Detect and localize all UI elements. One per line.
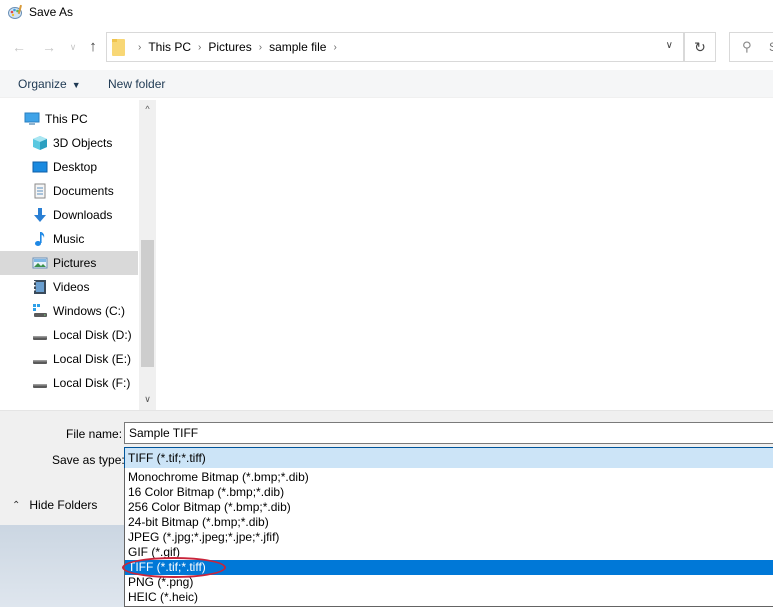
sidebar-item-local-disk-e[interactable]: Local Disk (E:)	[0, 347, 138, 371]
sidebar-item-label: Music	[53, 232, 85, 246]
save-as-type-label: Save as type:	[52, 453, 125, 467]
drive-icon	[32, 351, 48, 367]
sidebar-item-local-disk-f[interactable]: Local Disk (F:)	[0, 371, 138, 395]
sidebar-item-videos[interactable]: Videos	[0, 275, 138, 299]
title-bar: Save As	[0, 0, 773, 28]
refresh-icon: ↻	[694, 39, 706, 55]
arrow-left-icon[interactable]: ←	[10, 37, 28, 57]
type-option-png[interactable]: PNG (*.png)	[125, 575, 773, 590]
sidebar-item-pictures[interactable]: Pictures	[0, 251, 138, 275]
videos-icon	[32, 279, 48, 295]
sidebar-item-label: Downloads	[53, 208, 113, 222]
sidebar-item-music[interactable]: Music	[0, 227, 138, 251]
scrollbar-thumb[interactable]	[141, 240, 154, 367]
file-list-area[interactable]	[157, 100, 773, 410]
type-option-16-color-bitmap[interactable]: 16 Color Bitmap (*.bmp;*.dib)	[125, 485, 773, 500]
folder-icon	[112, 39, 125, 56]
hide-folders-label: Hide Folders	[29, 498, 98, 512]
sidebar-item-label: Local Disk (F:)	[53, 376, 131, 390]
type-option-256-color-bitmap[interactable]: 256 Color Bitmap (*.bmp;*.dib)	[125, 500, 773, 515]
sidebar-item-label: Desktop	[53, 160, 98, 174]
sidebar-item-downloads[interactable]: Downloads	[0, 203, 138, 227]
type-option-heic[interactable]: HEIC (*.heic)	[125, 590, 773, 605]
desktop-icon	[32, 159, 48, 175]
new-folder-button[interactable]: New folder	[108, 77, 165, 91]
type-option-jpeg[interactable]: JPEG (*.jpg;*.jpeg;*.jpe;*.jfif)	[125, 530, 773, 545]
sidebar-item-3d-objects[interactable]: 3D Objects	[0, 131, 138, 155]
hide-folders-button[interactable]: ⌃ Hide Folders	[12, 498, 97, 512]
toolbar: Organize ▼ New folder	[0, 70, 773, 98]
documents-icon	[32, 183, 48, 199]
chevron-down-icon[interactable]: ∨	[64, 37, 82, 57]
arrow-up-icon[interactable]: ↑	[84, 37, 102, 57]
navigation-pane: This PC 3D Objects Desktop Documents Dow	[0, 100, 156, 410]
sidebar-item-desktop[interactable]: Desktop	[0, 155, 138, 179]
navigation-bar: ← → ∨ ↑ › This PC › Pictures › sample fi…	[0, 32, 773, 62]
refresh-button[interactable]: ↻	[684, 32, 716, 62]
search-input[interactable]: ⚲ S	[729, 32, 773, 62]
breadcrumb-pictures[interactable]: Pictures	[208, 40, 251, 54]
address-bar[interactable]: › This PC › Pictures › sample file › ∨	[106, 32, 684, 62]
sidebar-item-label: Local Disk (D:)	[53, 328, 132, 342]
save-as-type-dropdown-list: Monochrome Bitmap (*.bmp;*.dib) 16 Color…	[124, 468, 773, 607]
computer-icon	[24, 111, 40, 127]
sidebar-item-documents[interactable]: Documents	[0, 179, 138, 203]
type-option-24-bit-bitmap[interactable]: 24-bit Bitmap (*.bmp;*.dib)	[125, 515, 773, 530]
drive-icon	[32, 327, 48, 343]
windows-drive-icon	[32, 303, 48, 319]
chevron-right-icon[interactable]: ›	[259, 42, 262, 53]
sidebar-item-label: Pictures	[53, 256, 97, 270]
save-as-dialog: Save As ← → ∨ ↑ › This PC › Pictures › s…	[0, 0, 773, 607]
type-option-gif[interactable]: GIF (*.gif)	[125, 545, 773, 560]
breadcrumb-this-pc[interactable]: This PC	[148, 40, 191, 54]
3d-objects-icon	[32, 135, 48, 151]
sidebar-item-label: Videos	[53, 280, 90, 294]
chevron-up-icon: ⌃	[12, 499, 21, 511]
chevron-right-icon[interactable]: ›	[333, 42, 336, 53]
sidebar-item-label: Windows (C:)	[53, 304, 126, 318]
chevron-right-icon[interactable]: ›	[198, 42, 201, 53]
window-title: Save As	[29, 5, 74, 19]
file-name-label: File name:	[66, 427, 123, 441]
nav-pane-scrollbar[interactable]: ^ ∨	[139, 100, 156, 410]
drive-icon	[32, 375, 48, 391]
scroll-up-icon[interactable]: ^	[139, 104, 156, 118]
chevron-right-icon[interactable]: ›	[138, 42, 141, 53]
sidebar-item-label: This PC	[45, 112, 88, 126]
download-icon	[32, 207, 48, 223]
breadcrumb-sample-file[interactable]: sample file	[269, 40, 326, 54]
desktop-background	[0, 525, 124, 607]
sidebar-item-label: Documents	[53, 184, 114, 198]
paint-palette-icon	[8, 4, 24, 20]
sidebar-item-windows-c[interactable]: Windows (C:)	[0, 299, 138, 323]
sidebar-item-this-pc[interactable]: This PC	[0, 107, 138, 131]
sidebar-item-local-disk-d[interactable]: Local Disk (D:)	[0, 323, 138, 347]
type-option-tiff[interactable]: TIFF (*.tif;*.tiff)	[125, 560, 773, 575]
caret-down-icon: ▼	[71, 80, 81, 90]
organize-label: Organize	[18, 77, 67, 91]
music-note-icon	[32, 231, 48, 247]
address-history-chevron-icon[interactable]: ∨	[666, 40, 673, 51]
search-icon: ⚲	[742, 39, 752, 54]
organize-button[interactable]: Organize ▼	[18, 77, 81, 91]
pictures-icon	[32, 255, 48, 271]
type-option-monochrome-bitmap[interactable]: Monochrome Bitmap (*.bmp;*.dib)	[125, 470, 773, 485]
sidebar-item-label: Local Disk (E:)	[53, 352, 132, 366]
arrow-right-icon[interactable]: →	[40, 37, 58, 57]
file-name-input[interactable]: Sample TIFF	[124, 422, 773, 444]
breadcrumb: › This PC › Pictures › sample file ›	[131, 40, 344, 54]
search-placeholder: S	[769, 40, 773, 54]
scroll-down-icon[interactable]: ∨	[139, 394, 156, 408]
save-as-type-select[interactable]: TIFF (*.tif;*.tiff)	[124, 447, 773, 470]
sidebar-item-label: 3D Objects	[53, 136, 113, 150]
